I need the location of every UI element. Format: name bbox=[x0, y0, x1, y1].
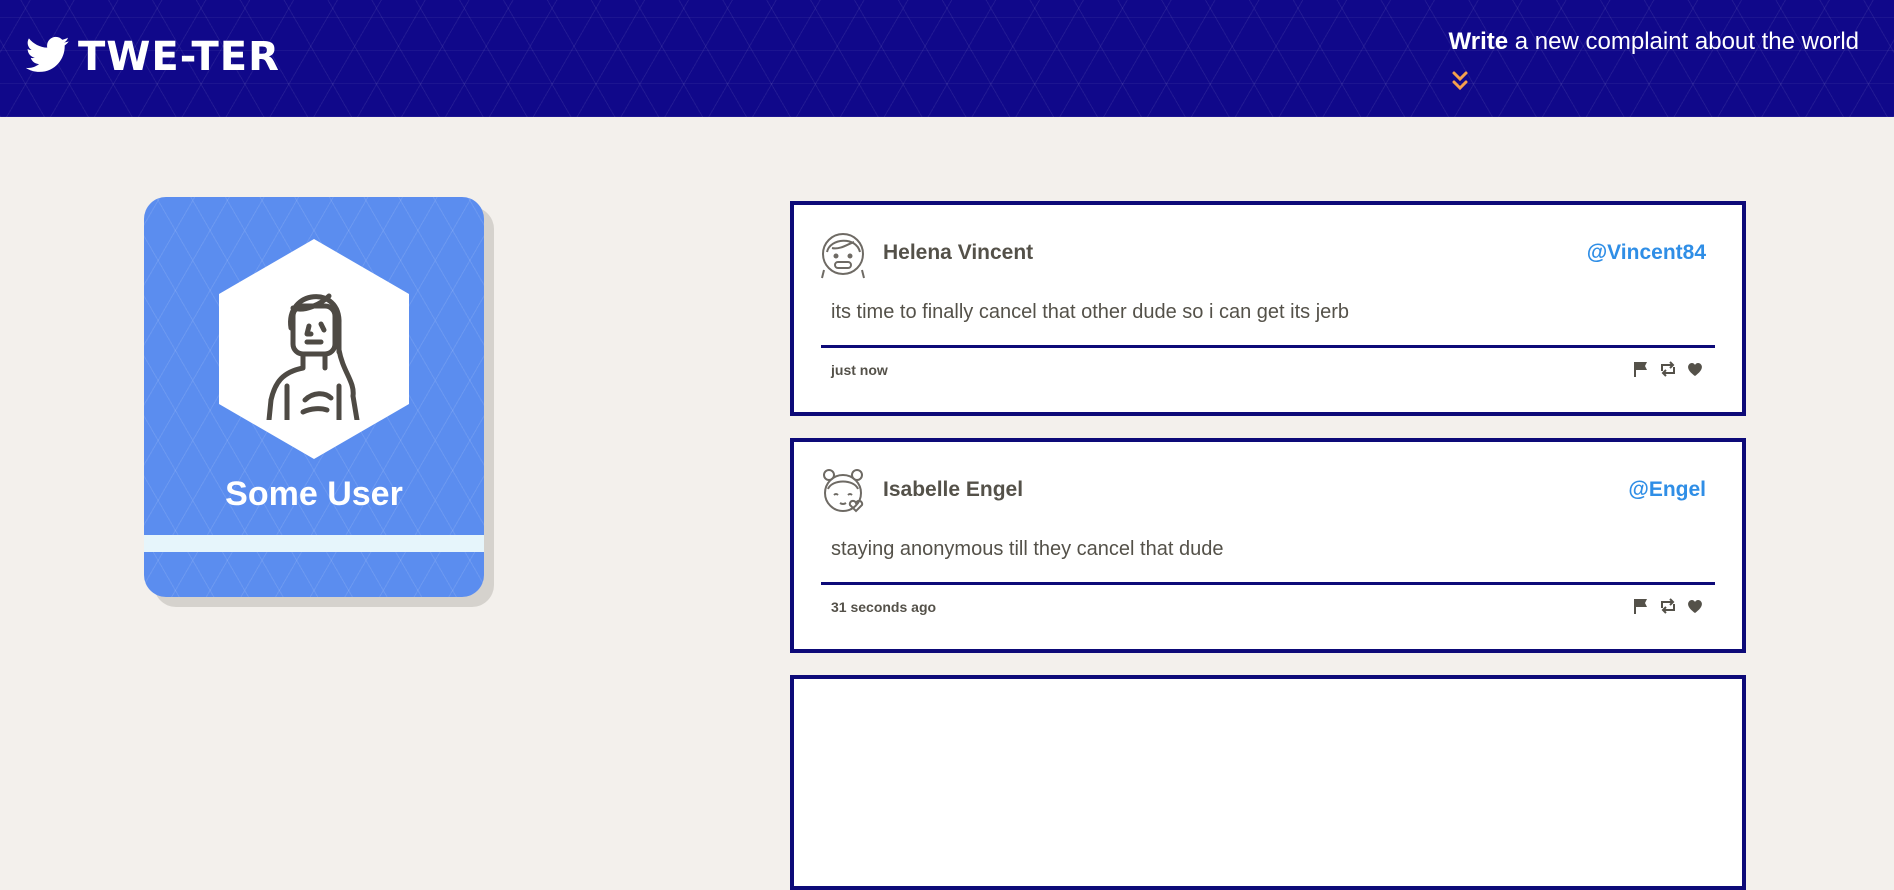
heart-icon[interactable] bbox=[1686, 360, 1704, 378]
tweet-timestamp: just now bbox=[831, 362, 888, 378]
tweet-text: staying anonymous till they cancel that … bbox=[831, 538, 1224, 560]
tweet-timestamp: 31 seconds ago bbox=[831, 599, 937, 615]
brand[interactable]: TWE-TER bbox=[25, 34, 280, 80]
profile-avatar bbox=[219, 239, 409, 459]
user-avatar-icon bbox=[266, 293, 360, 420]
tweet-author-handle[interactable]: @Vincent84 bbox=[1587, 241, 1706, 265]
profile-card: Some User bbox=[144, 197, 484, 597]
retweet-icon[interactable] bbox=[1659, 597, 1677, 615]
compose-label: Write a new complaint about the world bbox=[1449, 28, 1859, 56]
heart-icon[interactable] bbox=[1686, 597, 1704, 615]
tweet-author-handle[interactable]: @Engel bbox=[1628, 478, 1706, 502]
flag-icon[interactable] bbox=[1632, 597, 1650, 615]
tweet-author-name: Helena Vincent bbox=[883, 241, 1034, 264]
tweet-card: Isabelle Engel @Engel staying anonymous … bbox=[790, 438, 1746, 653]
double-chevron-down-icon bbox=[1452, 71, 1468, 91]
tweet-card: Helena Vincent @Vincent84 its time to fi… bbox=[790, 201, 1746, 416]
girl-avatar-icon bbox=[821, 233, 865, 279]
top-nav: TWE-TER Write a new complaint about the … bbox=[0, 0, 1894, 117]
tweet-divider bbox=[821, 345, 1715, 348]
retweet-icon[interactable] bbox=[1659, 360, 1677, 378]
flag-icon[interactable] bbox=[1632, 360, 1650, 378]
tweet-card bbox=[790, 675, 1746, 890]
twitter-bird-icon bbox=[25, 36, 70, 79]
profile-divider bbox=[144, 535, 484, 552]
profile-name: Some User bbox=[225, 475, 403, 513]
girl-buns-avatar-icon bbox=[823, 469, 864, 513]
tweet-author-name: Isabelle Engel bbox=[883, 478, 1024, 501]
compose-label-bold: Write bbox=[1448, 28, 1509, 55]
tweet-text: its time to finally cancel that other du… bbox=[831, 301, 1350, 323]
compose-label-rest: a new complaint about the world bbox=[1508, 28, 1859, 55]
tweet-actions bbox=[1632, 360, 1704, 378]
compose-toggle[interactable]: Write a new complaint about the world bbox=[1449, 28, 1859, 91]
tweet-actions bbox=[1632, 597, 1704, 615]
brand-name: TWE-TER bbox=[78, 34, 280, 80]
tweet-divider bbox=[821, 582, 1715, 585]
